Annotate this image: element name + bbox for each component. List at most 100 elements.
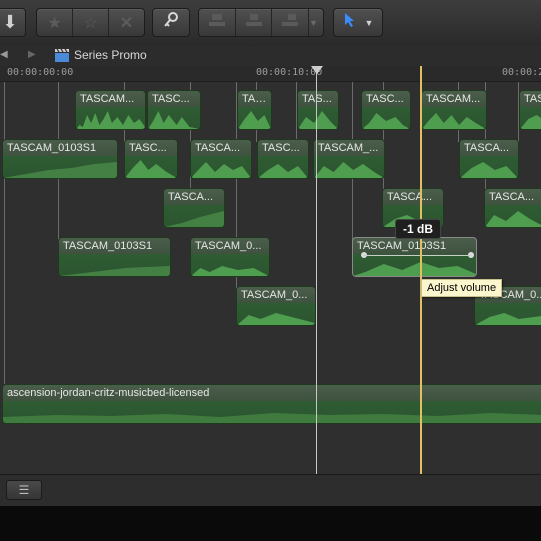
clip-label: TASCAM... — [80, 93, 135, 105]
rating-buttons: ★ ☆ ✕ — [36, 8, 145, 37]
timeline-path-bar: ◀ ▶ Series Promo — [0, 46, 541, 67]
audio-clip[interactable]: TASC... — [257, 139, 309, 179]
ruler-timecode: 00:00:00:00 — [7, 67, 74, 78]
clip-label: TASCAM... — [426, 93, 481, 105]
favorite-button[interactable]: ★ — [37, 9, 73, 36]
playhead[interactable] — [316, 66, 317, 474]
audio-waveform — [76, 111, 145, 129]
audio-clip[interactable]: TASCAM_0103S1 — [2, 139, 118, 179]
clapper-icon — [55, 48, 69, 65]
audio-waveform — [353, 262, 476, 276]
audio-waveform — [191, 162, 251, 178]
audio-clip[interactable]: TASCA... — [190, 139, 252, 179]
clip-label: TASCA... — [168, 191, 214, 203]
toolbar: ⬇ ★ ☆ ✕ ▼ ▼ — [0, 0, 541, 47]
audio-waveform — [422, 113, 486, 129]
bottom-strip — [0, 506, 541, 541]
connect-clip-icon — [208, 13, 226, 32]
audio-clip[interactable]: TAS... — [297, 90, 339, 130]
volume-readout: -1 dB — [395, 219, 441, 239]
clip-label: TAS... — [242, 93, 269, 105]
audio-waveform — [125, 160, 177, 178]
audio-waveform — [460, 162, 518, 178]
audio-clip[interactable]: TAS... — [237, 90, 272, 130]
clip-label: TASCA... — [489, 191, 535, 203]
audio-clip[interactable]: TASCAM... — [75, 90, 146, 130]
select-arrow-icon — [343, 12, 357, 33]
clip-label: TASCAM_0103S1 — [357, 240, 447, 252]
clip-label: TASCA... — [464, 142, 510, 154]
audio-waveform — [164, 211, 224, 227]
audio-clip[interactable]: TASCA... — [484, 188, 541, 228]
unrate-button[interactable]: ☆ — [73, 9, 109, 36]
audio-clip[interactable]: TASCAM_... — [313, 139, 385, 179]
insert-button[interactable] — [236, 9, 273, 36]
audio-waveform — [148, 111, 200, 129]
audio-waveform — [191, 266, 269, 276]
audio-clip[interactable]: TASCAM... — [421, 90, 487, 130]
clip-label: TAS... — [302, 93, 336, 105]
insert-clip-icon — [245, 13, 263, 32]
clip-label: TASC... — [366, 93, 404, 105]
reject-button[interactable]: ✕ — [109, 9, 144, 36]
audio-waveform — [298, 111, 338, 129]
edit-buttons: ▼ — [198, 8, 324, 37]
audio-clip[interactable]: TASCAM_0... — [236, 286, 316, 326]
audio-waveform — [237, 313, 315, 325]
edit-menu-chevron-icon[interactable]: ▼ — [309, 18, 323, 28]
audio-waveform — [238, 111, 271, 129]
tool-menu-chevron-icon: ▼ — [364, 17, 374, 28]
audio-clip[interactable]: TASC... — [147, 90, 201, 130]
audio-clip[interactable]: TASCA... — [163, 188, 225, 228]
timeline-index-icon: ☰ — [18, 483, 30, 497]
audio-clip[interactable]: TAS — [519, 90, 541, 130]
clip-label: TASCAM_0... — [195, 240, 262, 252]
clip-label: TASC... — [152, 93, 190, 105]
forward-arrow-icon[interactable]: ▶ — [28, 49, 36, 60]
audio-waveform — [475, 313, 541, 325]
back-arrow-icon[interactable]: ◀ — [0, 49, 8, 60]
audio-clip[interactable]: TASCAM_0103S1 — [58, 237, 171, 277]
clip-label: TAS — [524, 93, 541, 105]
audio-clip[interactable]: TASCAM_0... — [190, 237, 270, 277]
ruler-timecode: 00:00:2 — [502, 67, 541, 78]
clip-label: TASCA... — [195, 142, 241, 154]
download-arrow-icon: ⬇ — [2, 12, 18, 32]
music-clip-label: ascension-jordan-critz-musicbed-licensed — [7, 387, 210, 399]
selected-audio-clip[interactable]: TASCAM_0103S1 — [352, 237, 477, 277]
clip-label: TASCA... — [387, 191, 433, 203]
key-icon — [162, 11, 180, 34]
connect-button[interactable] — [199, 9, 236, 36]
timeline[interactable]: TASCAM... TASC... TAS... TAS... TASC... … — [0, 82, 541, 474]
audio-waveform — [59, 266, 170, 276]
favorite-star-outline-icon: ☆ — [83, 14, 98, 32]
audio-waveform — [485, 211, 541, 227]
keyword-button[interactable] — [152, 8, 190, 37]
project-title: Series Promo — [74, 48, 147, 62]
reject-x-icon: ✕ — [119, 14, 134, 32]
clip-label: TASCAM_... — [318, 142, 379, 154]
clip-label: TASCAM_0103S1 — [7, 142, 97, 154]
append-button[interactable] — [272, 9, 310, 36]
import-button[interactable]: ⬇ — [0, 8, 26, 37]
timeline-ruler[interactable]: 00:00:00:00 00:00:10:00 00:00:2 — [0, 66, 541, 82]
timeline-index-button[interactable]: ☰ — [6, 480, 42, 500]
skimmer — [420, 66, 422, 474]
append-clip-icon — [281, 13, 299, 32]
music-clip[interactable]: ascension-jordan-critz-musicbed-licensed — [2, 384, 541, 424]
audio-waveform — [314, 162, 384, 178]
tool-selector[interactable]: ▼ — [333, 8, 383, 37]
favorite-star-filled-icon: ★ — [47, 14, 62, 32]
clip-connector — [4, 82, 5, 384]
audio-clip[interactable]: TASCA... — [459, 139, 519, 179]
tooltip: Adjust volume — [421, 279, 503, 297]
audio-waveform — [3, 162, 117, 178]
timeline-bottom-bar: ☰ — [0, 474, 541, 507]
audio-clip[interactable]: TASC... — [124, 139, 178, 179]
audio-waveform — [520, 115, 541, 129]
playhead-marker-icon[interactable] — [311, 66, 323, 74]
audio-waveform — [362, 113, 410, 129]
audio-waveform — [258, 164, 308, 178]
audio-clip[interactable]: TASC... — [361, 90, 411, 130]
clip-label: TASCAM_0103S1 — [63, 240, 153, 252]
